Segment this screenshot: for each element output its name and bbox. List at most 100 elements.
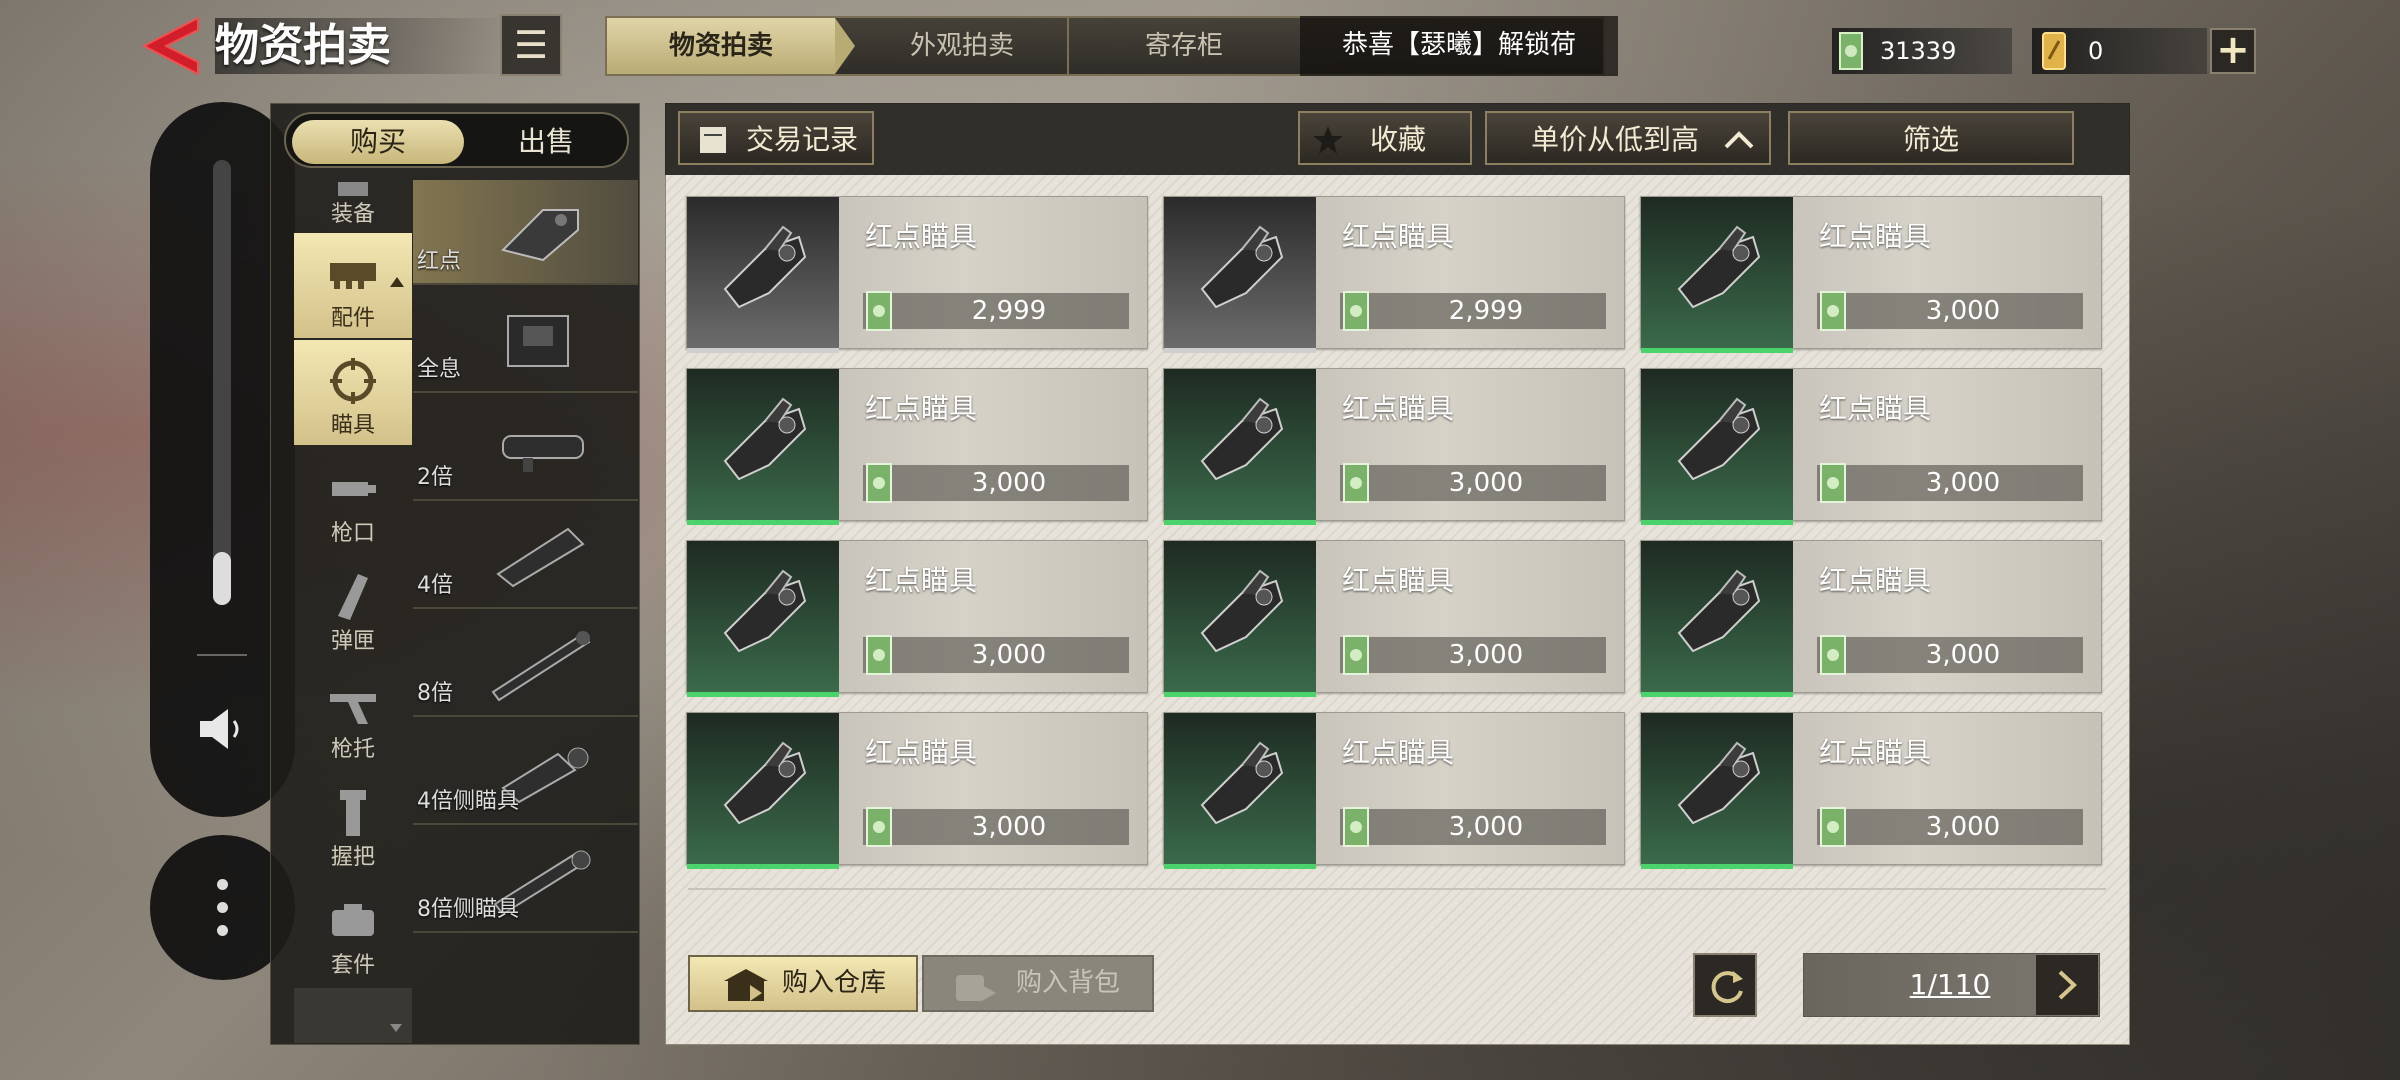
cash-icon: [1820, 463, 1846, 503]
subcategory-4x[interactable]: 4倍: [413, 504, 638, 609]
refresh-icon: [1711, 971, 1743, 1004]
category-label: 套件: [330, 953, 375, 978]
more-dots-icon: [217, 879, 228, 890]
category-label: 装备: [330, 202, 375, 227]
category-label: 配件: [330, 306, 375, 331]
ticket-icon: [2042, 32, 2066, 70]
subcategory-red-dot[interactable]: 红点: [413, 180, 638, 285]
volume-slider[interactable]: [213, 160, 231, 605]
item-thumbnail: [1164, 197, 1316, 353]
kit-icon: [332, 904, 374, 936]
category-armor[interactable]: 装备: [294, 180, 412, 232]
red-dot-sight-icon: [1677, 225, 1761, 309]
category-label: 枪托: [330, 737, 375, 762]
category-label: 握把: [330, 845, 375, 870]
favorites-button[interactable]: 收藏: [1298, 111, 1472, 165]
subcategory-2x[interactable]: 2倍: [413, 396, 638, 501]
tab-material-auction[interactable]: 物资拍卖: [607, 18, 835, 74]
item-name: 红点瞄具: [1342, 392, 1455, 425]
sell-tab[interactable]: 出售: [466, 120, 626, 164]
chevron-right-icon: [2058, 970, 2077, 1000]
item-card[interactable]: 红点瞄具 3,000: [686, 540, 1148, 697]
red-dot-sight-icon: [1677, 569, 1761, 653]
buy-tab[interactable]: 购买: [292, 120, 464, 164]
tab-active-arrow: [835, 18, 855, 74]
subcategory-4x-side[interactable]: 4倍侧瞄具: [413, 720, 638, 825]
tab-skin-auction[interactable]: 外观拍卖: [857, 18, 1067, 74]
item-name: 红点瞄具: [1819, 564, 1932, 597]
category-more[interactable]: [294, 988, 412, 1043]
category-magazine[interactable]: 弹匣: [294, 556, 412, 661]
item-card[interactable]: 红点瞄具 3,000: [1640, 540, 2102, 697]
item-card[interactable]: 红点瞄具 3,000: [1640, 196, 2102, 353]
item-thumbnail: [687, 369, 839, 525]
category-kit[interactable]: 套件: [294, 880, 412, 985]
price-bar: 3,000: [1340, 635, 1606, 675]
red-dot-sight-icon: [501, 209, 579, 262]
price-bar: 3,000: [1817, 807, 2083, 847]
red-dot-sight-icon: [723, 569, 807, 653]
category-scopes[interactable]: 瞄具: [294, 340, 412, 445]
muzzle-icon: [332, 482, 376, 496]
menu-button[interactable]: ☰: [500, 14, 562, 76]
add-currency-button[interactable]: +: [2210, 28, 2256, 74]
trade-history-button[interactable]: 交易记录: [678, 111, 874, 165]
back-arrow-icon[interactable]: [140, 14, 204, 78]
red-dot-sight-icon: [1200, 741, 1284, 825]
item-card[interactable]: 红点瞄具 2,999: [1163, 196, 1625, 353]
subcategory-label: 4倍: [417, 573, 453, 598]
subcategory-8x[interactable]: 8倍: [413, 612, 638, 717]
buy-to-backpack-button[interactable]: 购入背包: [922, 955, 1154, 1012]
item-thumbnail: [687, 713, 839, 869]
price-bar: 2,999: [863, 291, 1129, 331]
subcategory-label: 4倍侧瞄具: [417, 789, 519, 814]
item-price: 3,000: [1448, 812, 1524, 842]
category-stock[interactable]: 枪托: [294, 664, 412, 769]
stock-icon: [330, 694, 376, 724]
item-card[interactable]: 红点瞄具 3,000: [686, 368, 1148, 525]
page-indicator[interactable]: 1/110: [1830, 953, 2070, 1017]
item-card[interactable]: 红点瞄具 3,000: [686, 712, 1148, 869]
item-name: 红点瞄具: [865, 564, 978, 597]
tab-locker[interactable]: 寄存柜: [1069, 18, 1299, 74]
item-price: 3,000: [1925, 640, 2001, 670]
grip-icon: [340, 790, 366, 836]
page-title: 物资拍卖: [215, 18, 511, 74]
item-card[interactable]: 红点瞄具 2,999: [686, 196, 1148, 353]
sort-dropdown[interactable]: 单价从低到高: [1485, 111, 1771, 165]
red-dot-sight-icon: [1677, 397, 1761, 481]
speaker-icon[interactable]: [196, 703, 248, 755]
price-bar: 3,000: [863, 463, 1129, 503]
item-thumbnail: [687, 197, 839, 353]
category-label: 弹匣: [330, 629, 375, 654]
refresh-button[interactable]: [1693, 953, 1757, 1017]
red-dot-sight-icon: [723, 397, 807, 481]
next-page-button[interactable]: [2036, 955, 2098, 1015]
announcement-marquee: 恭喜【瑟曦】解锁荷: [1300, 16, 1618, 76]
item-card[interactable]: 红点瞄具 3,000: [1640, 712, 2102, 869]
ticket-balance: 0: [2032, 28, 2207, 74]
filter-button[interactable]: 筛选: [1788, 111, 2074, 165]
plus-icon: +: [2216, 27, 2250, 73]
favorites-label: 收藏: [1370, 123, 1427, 156]
more-dots-icon: [217, 902, 228, 913]
category-grip[interactable]: 握把: [294, 772, 412, 877]
category-attachments[interactable]: 配件: [294, 233, 412, 338]
price-bar: 3,000: [1340, 463, 1606, 503]
cash-icon: [1820, 635, 1846, 675]
cash-icon: [1820, 807, 1846, 847]
category-muzzle[interactable]: 枪口: [294, 448, 412, 553]
item-name: 红点瞄具: [865, 220, 978, 253]
buy-to-storage-label: 购入仓库: [782, 968, 887, 998]
divider: [197, 654, 247, 656]
item-card[interactable]: 红点瞄具 3,000: [1640, 368, 2102, 525]
subcategory-holographic[interactable]: 全息: [413, 288, 638, 393]
menu-icon: ☰: [513, 23, 549, 67]
item-card[interactable]: 红点瞄具 3,000: [1163, 712, 1625, 869]
subcategory-8x-side[interactable]: 8倍侧瞄具: [413, 828, 638, 933]
buy-to-storage-button[interactable]: 购入仓库: [688, 955, 918, 1012]
item-price: 3,000: [1925, 812, 2001, 842]
item-card[interactable]: 红点瞄具 3,000: [1163, 368, 1625, 525]
item-price: 3,000: [971, 640, 1047, 670]
item-card[interactable]: 红点瞄具 3,000: [1163, 540, 1625, 697]
